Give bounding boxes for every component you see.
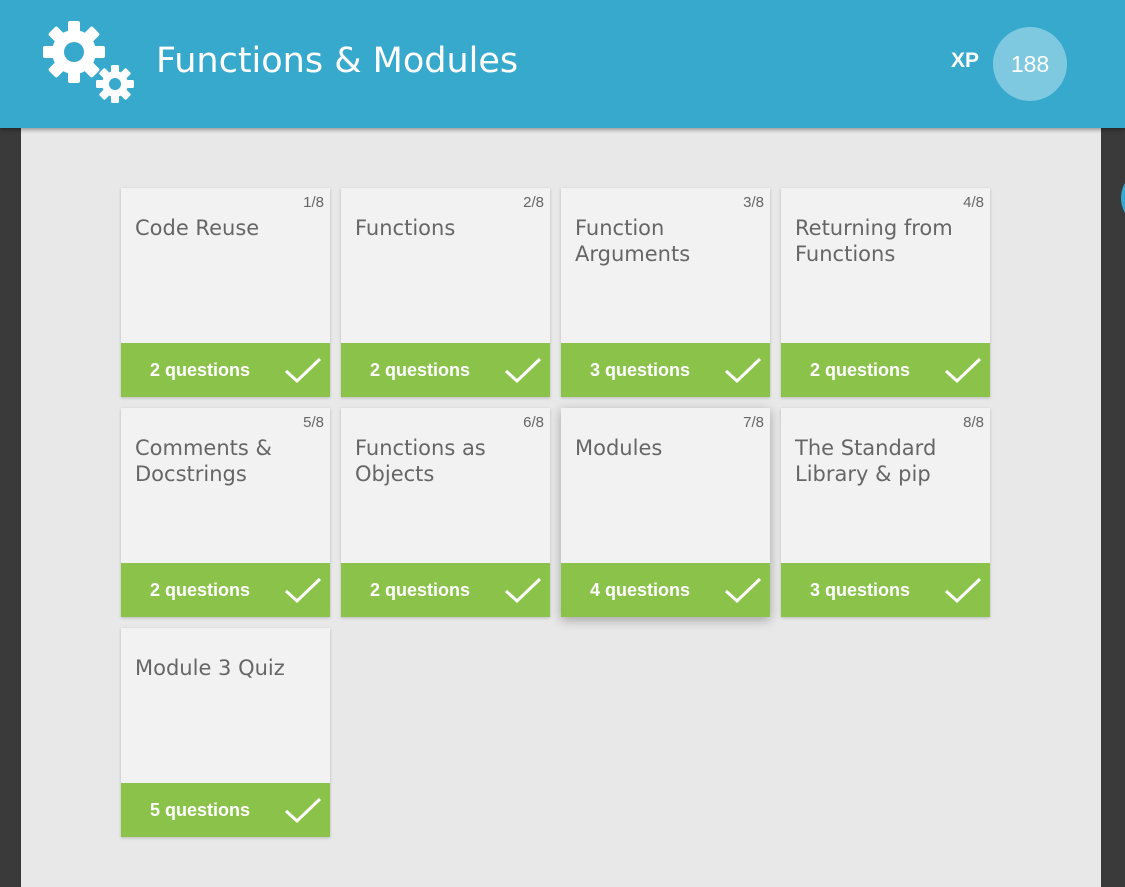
lesson-grid: 1/8 Code Reuse 2 questions 2/8 Functions… [121,188,1001,837]
lesson-number: 3/8 [743,194,764,211]
lesson-card[interactable]: 2/8 Functions 2 questions [341,188,550,397]
checkmark-icon [284,357,322,384]
lesson-title: The Standard Library & pip [795,436,937,486]
checkmark-icon [504,577,542,604]
lesson-footer: 2 questions [121,343,330,397]
question-count: 2 questions [370,580,471,600]
lesson-title: Functions as Objects [355,436,486,486]
lesson-card[interactable]: 5/8 Comments & Docstrings 2 questions [121,408,330,617]
gears-icon [43,21,134,103]
lesson-number: 8/8 [963,414,984,431]
lesson-title: Comments & Docstrings [135,436,272,486]
quiz-card[interactable]: Module 3 Quiz 5 questions [121,628,330,837]
lesson-title: Functions [355,216,456,240]
lesson-number: 4/8 [963,194,984,211]
lesson-card[interactable]: 3/8 Function Arguments 3 questions [561,188,770,397]
lesson-number: 7/8 [743,414,764,431]
checkmark-icon [724,357,762,384]
lesson-title: Function Arguments [575,216,691,266]
module-header: Functions & Modules XP 188 [0,0,1125,128]
question-count: 2 questions [150,580,251,600]
lesson-card[interactable]: 6/8 Functions as Objects 2 questions [341,408,550,617]
xp-label: XP [951,49,980,72]
lesson-footer: 5 questions [121,783,330,837]
lesson-footer: 2 questions [341,343,550,397]
lesson-number: 6/8 [523,414,544,431]
lesson-number: 1/8 [303,194,324,211]
side-badge [1121,168,1125,228]
question-count: 2 questions [810,360,911,380]
checkmark-icon [284,797,322,824]
question-count: 3 questions [590,360,691,380]
lesson-footer: 2 questions [341,563,550,617]
lesson-title: Module 3 Quiz [135,656,285,680]
lesson-title: Code Reuse [135,216,260,240]
question-count: 2 questions [370,360,471,380]
lesson-card[interactable]: 4/8 Returning from Functions 2 questions [781,188,990,397]
checkmark-icon [284,577,322,604]
checkmark-icon [944,357,982,384]
lesson-footer: 2 questions [781,343,990,397]
lesson-card[interactable]: 8/8 The Standard Library & pip 3 questio… [781,408,990,617]
lesson-number: 2/8 [523,194,544,211]
checkmark-icon [504,357,542,384]
lesson-footer: 4 questions [561,563,770,617]
lesson-footer: 3 questions [561,343,770,397]
lesson-card[interactable]: 7/8 Modules 4 questions [561,408,770,617]
checkmark-icon [944,577,982,604]
question-count: 5 questions [150,800,251,820]
checkmark-icon [724,577,762,604]
lesson-title: Returning from Functions [795,216,953,266]
page-title: Functions & Modules [156,41,519,81]
question-count: 3 questions [810,580,911,600]
question-count: 4 questions [590,580,691,600]
question-count: 2 questions [150,360,251,380]
lesson-footer: 2 questions [121,563,330,617]
xp-badge: 188 [993,27,1067,101]
lesson-footer: 3 questions [781,563,990,617]
lesson-card[interactable]: 1/8 Code Reuse 2 questions [121,188,330,397]
lesson-title: Modules [575,436,663,460]
lesson-number: 5/8 [303,414,324,431]
